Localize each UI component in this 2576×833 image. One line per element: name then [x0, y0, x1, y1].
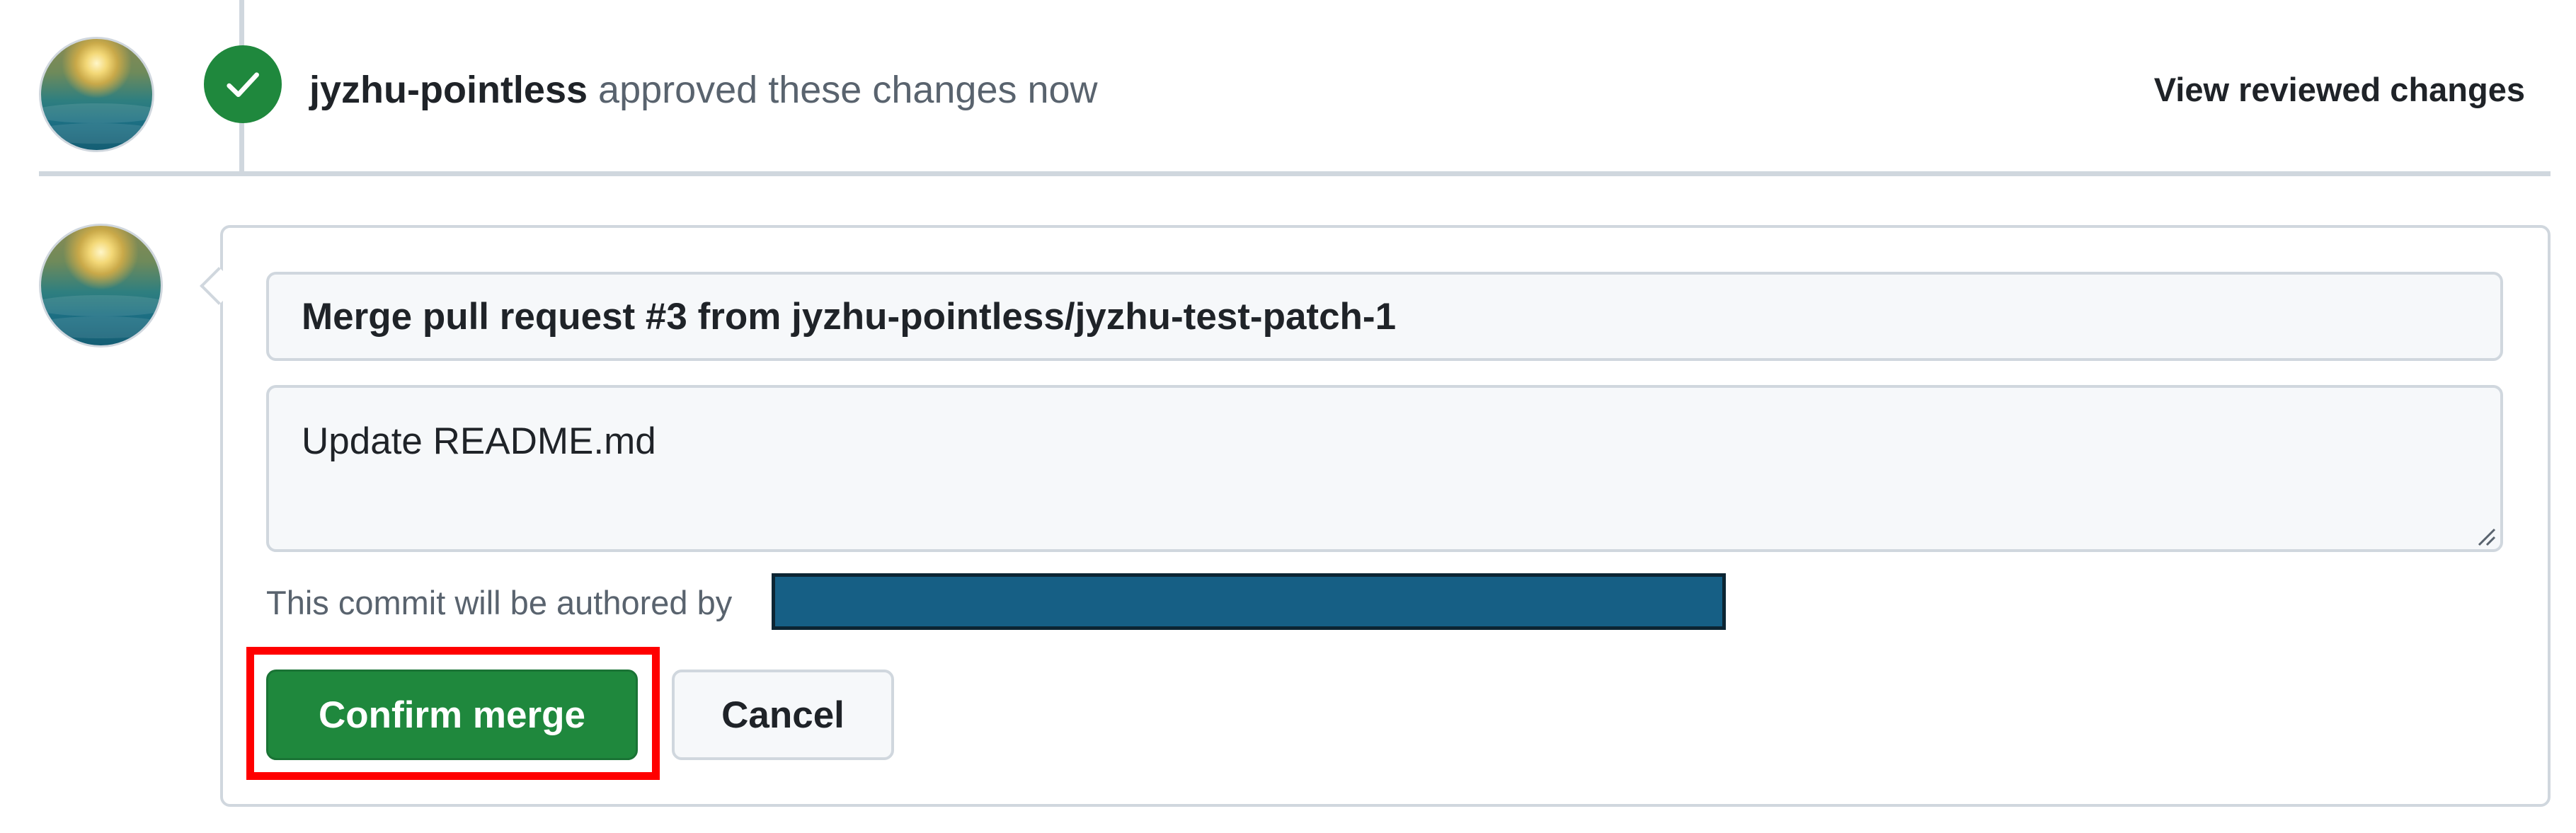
current-user-avatar[interactable]	[39, 224, 163, 347]
approved-badge	[204, 45, 282, 123]
pull-request-timeline: jyzhu-pointless approved these changes n…	[0, 0, 2576, 833]
timeline-separator	[39, 171, 2551, 176]
check-icon	[227, 72, 259, 98]
commit-message-textarea[interactable]: Update README.md	[266, 385, 2503, 552]
resize-grip-icon[interactable]	[2475, 525, 2496, 546]
reviewer-name-link[interactable]: jyzhu-pointless	[309, 69, 588, 111]
redacted-author-email	[772, 573, 1726, 630]
approval-message: jyzhu-pointless approved these changes n…	[309, 65, 1098, 115]
confirm-merge-button[interactable]: Confirm merge	[266, 670, 638, 760]
approval-action-text: approved these changes now	[588, 69, 1098, 111]
commit-title-input[interactable]	[266, 272, 2503, 361]
commit-author-label: This commit will be authored by	[266, 584, 733, 621]
reviewer-avatar[interactable]	[39, 37, 154, 152]
view-reviewed-changes-button[interactable]: View reviewed changes	[2154, 69, 2525, 111]
cancel-button[interactable]: Cancel	[672, 670, 894, 760]
